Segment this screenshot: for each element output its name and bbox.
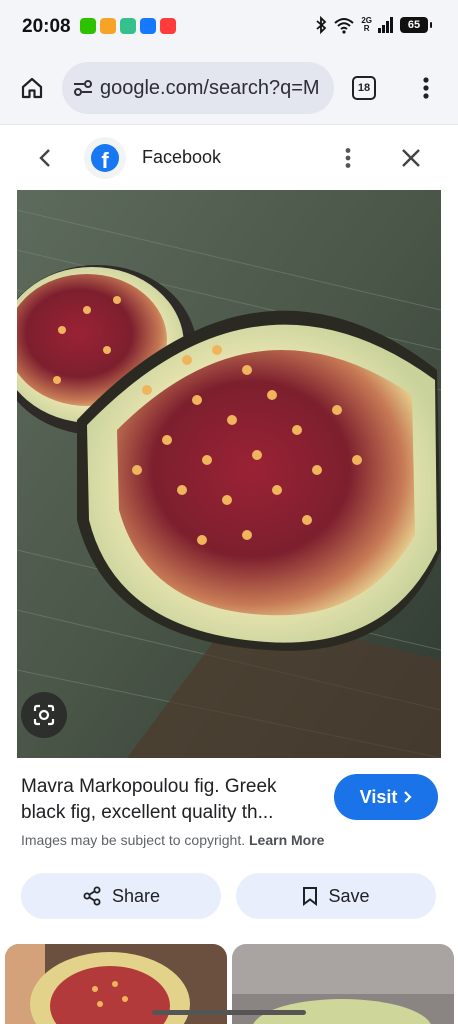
roaming-label: R [363, 24, 370, 33]
save-label: Save [328, 885, 370, 906]
wechat-icon [80, 18, 96, 34]
chevron-right-icon [404, 791, 412, 803]
chevron-left-icon [39, 149, 50, 167]
copyright-text: Images may be subject to copyright. [21, 832, 246, 848]
result-title[interactable]: Mavra Markopoulou fig. Greek black fig, … [21, 774, 321, 826]
alipay-icon [140, 18, 156, 34]
learn-more-link[interactable]: Learn More [249, 832, 324, 848]
result-title-line-1: Mavra Markopoulou fig. Greek [21, 776, 277, 797]
close-button[interactable] [398, 145, 424, 171]
more-options-button[interactable] [334, 143, 362, 173]
gesture-bar[interactable] [152, 1010, 306, 1015]
google-lens-button[interactable] [21, 692, 67, 738]
share-label: Share [111, 885, 161, 906]
source-site-name[interactable]: Facebook [142, 147, 221, 168]
battery-icon: 65 [400, 17, 432, 33]
share-icon [83, 886, 101, 906]
signal-icon [378, 17, 393, 33]
wifi-icon [334, 18, 354, 34]
result-title-line-2: black fig, excellent quality th... [21, 802, 274, 823]
more-vert-icon [423, 77, 429, 99]
more-vert-icon [345, 148, 351, 168]
status-bar: 20:08 2G R 65 [0, 0, 458, 56]
home-icon [21, 77, 43, 99]
url-text: google.com/search?q=M [100, 76, 320, 99]
share-button[interactable]: Share [21, 873, 221, 919]
bookmark-icon [303, 887, 318, 906]
close-icon [402, 149, 420, 167]
browser-menu-button[interactable] [412, 72, 440, 104]
site-settings-icon[interactable] [72, 77, 94, 99]
fig-photo-art [17, 190, 441, 758]
download-icon [120, 18, 136, 34]
address-bar[interactable]: google.com/search?q=M [62, 62, 334, 114]
copyright-notice: Images may be subject to copyright. Lear… [21, 832, 324, 848]
facebook-icon: f [91, 144, 119, 172]
image-viewer-header: f Facebook [0, 124, 458, 190]
fig-photo[interactable] [17, 190, 441, 758]
back-button[interactable] [32, 145, 58, 171]
network-indicator: 2G R [361, 17, 372, 33]
save-button[interactable]: Save [236, 873, 436, 919]
browser-toolbar: google.com/search?q=M 18 [0, 56, 458, 124]
notification-icons [80, 18, 176, 34]
app-icon [100, 18, 116, 34]
facebook-logo: f [84, 137, 126, 179]
visit-label: Visit [359, 786, 398, 807]
visit-button[interactable]: Visit [334, 774, 438, 820]
clock: 20:08 [22, 16, 71, 37]
home-button[interactable] [14, 70, 50, 106]
tab-switcher-button[interactable]: 18 [352, 76, 376, 100]
shop-icon [160, 18, 176, 34]
bluetooth-icon [316, 16, 327, 34]
system-icons: 2G R 65 [315, 16, 432, 34]
lens-icon [33, 704, 55, 726]
